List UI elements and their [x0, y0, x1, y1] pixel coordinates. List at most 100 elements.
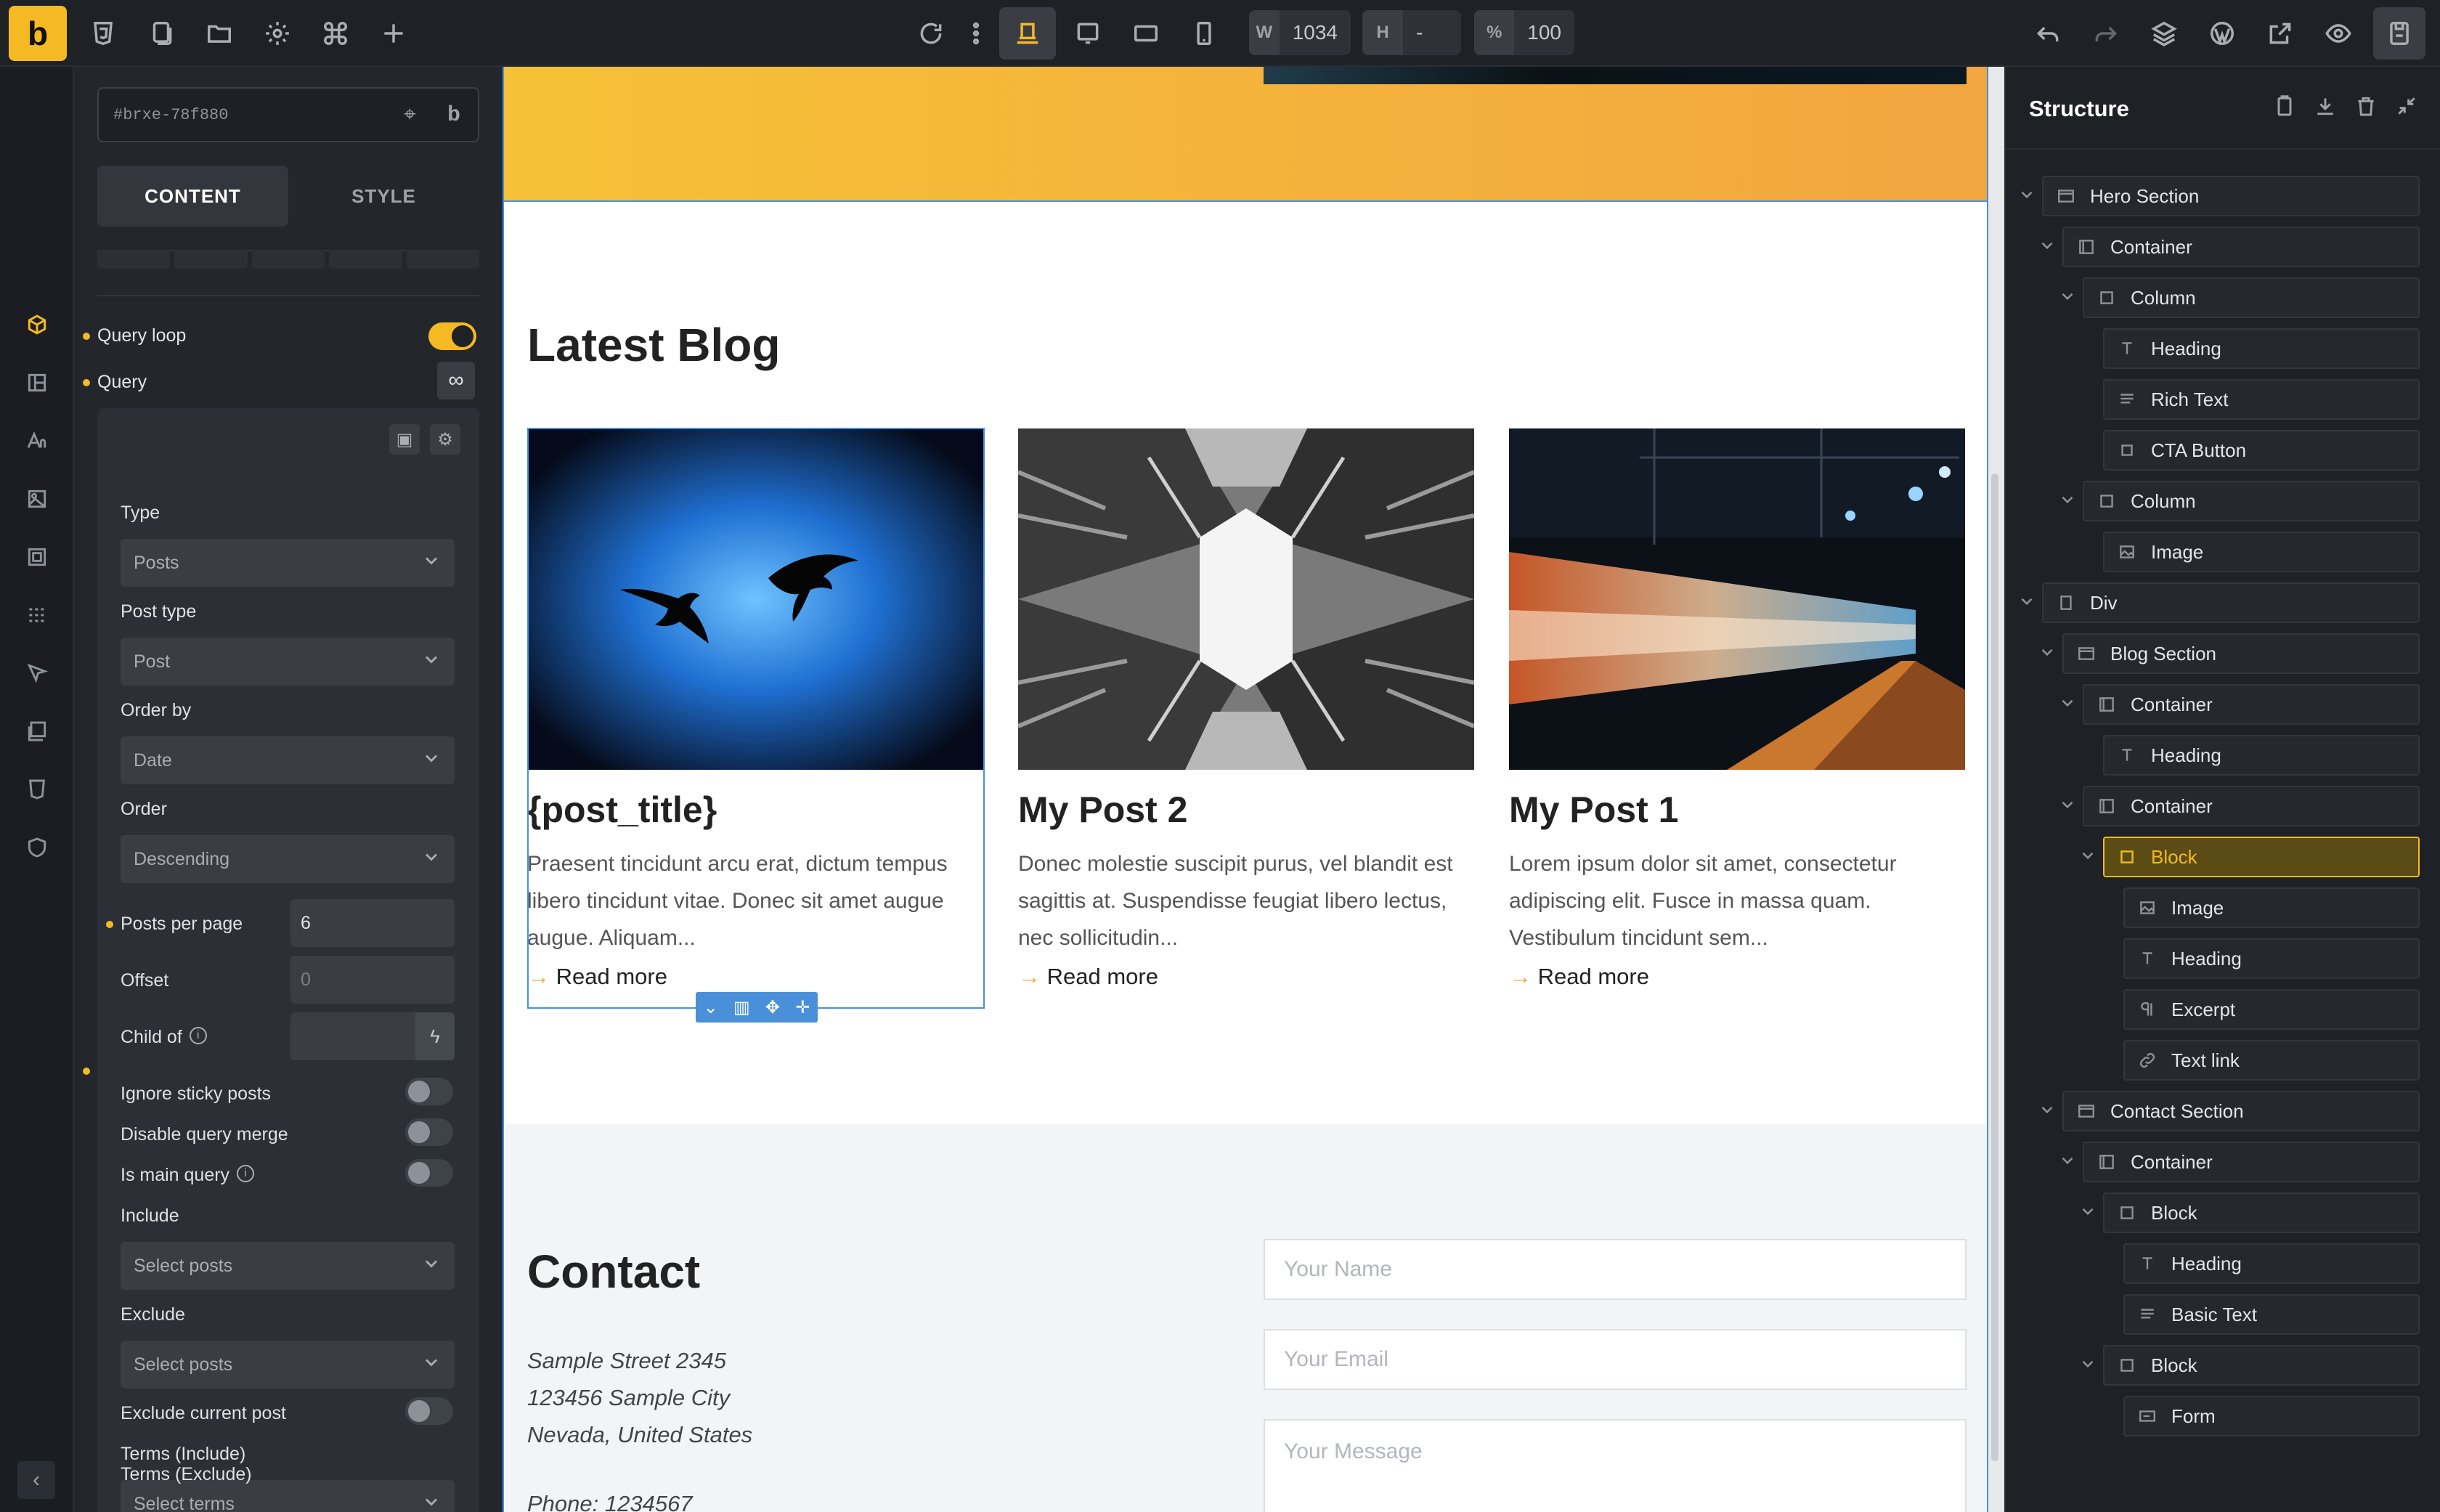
structure-node[interactable]: Excerpt [2123, 989, 2420, 1030]
align-option[interactable] [174, 250, 248, 269]
tab-style[interactable]: STYLE [288, 166, 479, 227]
tab-content[interactable]: CONTENT [97, 166, 288, 227]
chevron-down-icon[interactable] [2078, 846, 2100, 868]
redo-icon[interactable] [2089, 16, 2123, 51]
align-option[interactable] [329, 250, 402, 269]
canvas-scrollbar[interactable] [1991, 473, 1998, 1461]
chevron-down-icon[interactable] [2058, 1151, 2080, 1173]
structure-node[interactable]: Block [2103, 1345, 2420, 1386]
chevron-down-icon[interactable] [2038, 1100, 2059, 1122]
name-field[interactable]: Your Name [1264, 1239, 1967, 1300]
chevron-down-icon[interactable] [2017, 592, 2039, 614]
structure-node[interactable]: Block [2103, 837, 2420, 877]
align-option[interactable] [251, 250, 325, 269]
preview-eye-icon[interactable] [2321, 16, 2356, 51]
info-icon[interactable]: i [189, 1027, 207, 1044]
alignment-buttons[interactable] [97, 250, 480, 269]
is-main-query-toggle[interactable] [405, 1159, 453, 1187]
type-select[interactable]: Posts [121, 539, 455, 587]
structure-node[interactable]: Div [2042, 582, 2420, 623]
undo-icon[interactable] [2030, 16, 2065, 51]
order-select[interactable]: Descending [121, 835, 455, 883]
message-field[interactable]: Your Message [1264, 1419, 1967, 1512]
shield-icon[interactable] [22, 832, 52, 863]
structure-node[interactable]: Rich Text [2103, 379, 2420, 420]
add-icon[interactable] [376, 16, 411, 51]
structure-node[interactable]: Container [2083, 786, 2420, 826]
drag-icon[interactable]: ✛ [795, 997, 810, 1018]
typography-icon[interactable] [22, 426, 52, 456]
order-by-select[interactable]: Date [121, 736, 455, 784]
dynamic-data-icon[interactable]: ϟ [415, 1012, 455, 1060]
chevron-down-icon[interactable] [2058, 490, 2080, 512]
structure-node[interactable]: CTA Button [2103, 430, 2420, 471]
email-field[interactable]: Your Email [1264, 1329, 1967, 1390]
hero-image[interactable] [1264, 67, 1967, 84]
move-icon[interactable]: ✥ [765, 997, 780, 1018]
post-image-train[interactable] [1509, 428, 1965, 770]
html5-icon[interactable] [22, 774, 52, 805]
mobile-breakpoint-icon[interactable] [1187, 16, 1221, 51]
bricks-class-icon[interactable]: b [447, 103, 460, 128]
pages-icon[interactable] [144, 16, 179, 51]
columns-icon[interactable]: ▥ [733, 997, 750, 1018]
info-icon[interactable]: i [237, 1165, 255, 1182]
hero-section[interactable] [504, 67, 1987, 200]
collapse-panel-button[interactable]: ‹ [17, 1461, 55, 1499]
chevron-down-icon[interactable] [2058, 694, 2080, 715]
gallery-icon[interactable] [22, 716, 52, 747]
external-link-icon[interactable] [2263, 16, 2298, 51]
query-infinity-button[interactable]: ∞ [437, 362, 475, 399]
save-query-icon[interactable]: ▣ [389, 424, 420, 455]
blog-post-card[interactable]: My Post 2 Donec molestie suscipit purus,… [1018, 428, 1474, 990]
element-action-bar[interactable]: ⌄ ▥ ✥ ✛ [696, 992, 818, 1023]
structure-node[interactable]: Heading [2103, 328, 2420, 369]
element-id-field[interactable]: #brxe-78f880 ⌖ b [97, 87, 479, 142]
post-type-select[interactable]: Post [121, 638, 455, 686]
chevron-down-icon[interactable]: ⌄ [704, 997, 718, 1018]
clipboard-icon[interactable] [2273, 94, 2296, 118]
chevron-down-icon[interactable] [2038, 643, 2059, 664]
structure-node[interactable]: Text link [2123, 1040, 2420, 1081]
layers-icon[interactable] [2147, 16, 2181, 51]
structure-node[interactable]: Column [2083, 481, 2420, 521]
structure-node[interactable]: Heading [2103, 735, 2420, 776]
command-icon[interactable] [318, 16, 353, 51]
zoom-value[interactable]: 100 [1514, 21, 1574, 44]
post-title[interactable]: My Post 1 [1509, 789, 1965, 831]
cursor-pointer-icon[interactable] [22, 658, 52, 688]
include-select[interactable]: Select posts [121, 1242, 455, 1290]
align-option[interactable] [97, 250, 171, 269]
structure-node[interactable]: Contact Section [2062, 1091, 2420, 1131]
structure-node[interactable]: Hero Section [2042, 176, 2420, 216]
structure-node[interactable]: Container [2083, 684, 2420, 725]
structure-node[interactable]: Blog Section [2062, 633, 2420, 674]
query-settings-gear-icon[interactable]: ⚙ [430, 424, 460, 455]
zoom-control[interactable]: % 100 [1474, 10, 1574, 55]
structure-node[interactable]: Image [2103, 532, 2420, 572]
chevron-down-icon[interactable] [2038, 236, 2059, 258]
read-more-link[interactable]: → Read more [1018, 964, 1474, 990]
chevron-down-icon[interactable] [2058, 287, 2080, 309]
blog-post-card[interactable]: My Post 1 Lorem ipsum dolor sit amet, co… [1509, 428, 1965, 990]
contact-heading[interactable]: Contact [527, 1245, 700, 1298]
read-more-link[interactable]: → Read more [1509, 964, 1965, 990]
trash-icon[interactable] [2354, 94, 2378, 118]
structure-node[interactable]: Column [2083, 277, 2420, 318]
tablet-landscape-icon[interactable] [1128, 16, 1163, 51]
frame-icon[interactable] [22, 542, 52, 572]
chevron-down-icon[interactable] [2017, 185, 2039, 207]
bricks-logo[interactable]: b [9, 6, 67, 61]
settings-icon[interactable] [260, 16, 295, 51]
media-icon[interactable] [22, 484, 52, 514]
laptop-breakpoint-icon[interactable] [1070, 16, 1105, 51]
download-icon[interactable] [2314, 94, 2337, 118]
structure-node[interactable]: Form [2123, 1396, 2420, 1436]
offset-input[interactable]: 0 [290, 956, 455, 1004]
structure-node[interactable]: Container [2083, 1142, 2420, 1182]
align-option[interactable] [406, 250, 480, 269]
elements-icon[interactable] [22, 309, 52, 340]
width-control[interactable]: W 1034 [1249, 10, 1351, 55]
structure-node[interactable]: Block [2103, 1192, 2420, 1233]
disable-merge-toggle[interactable] [405, 1118, 453, 1146]
